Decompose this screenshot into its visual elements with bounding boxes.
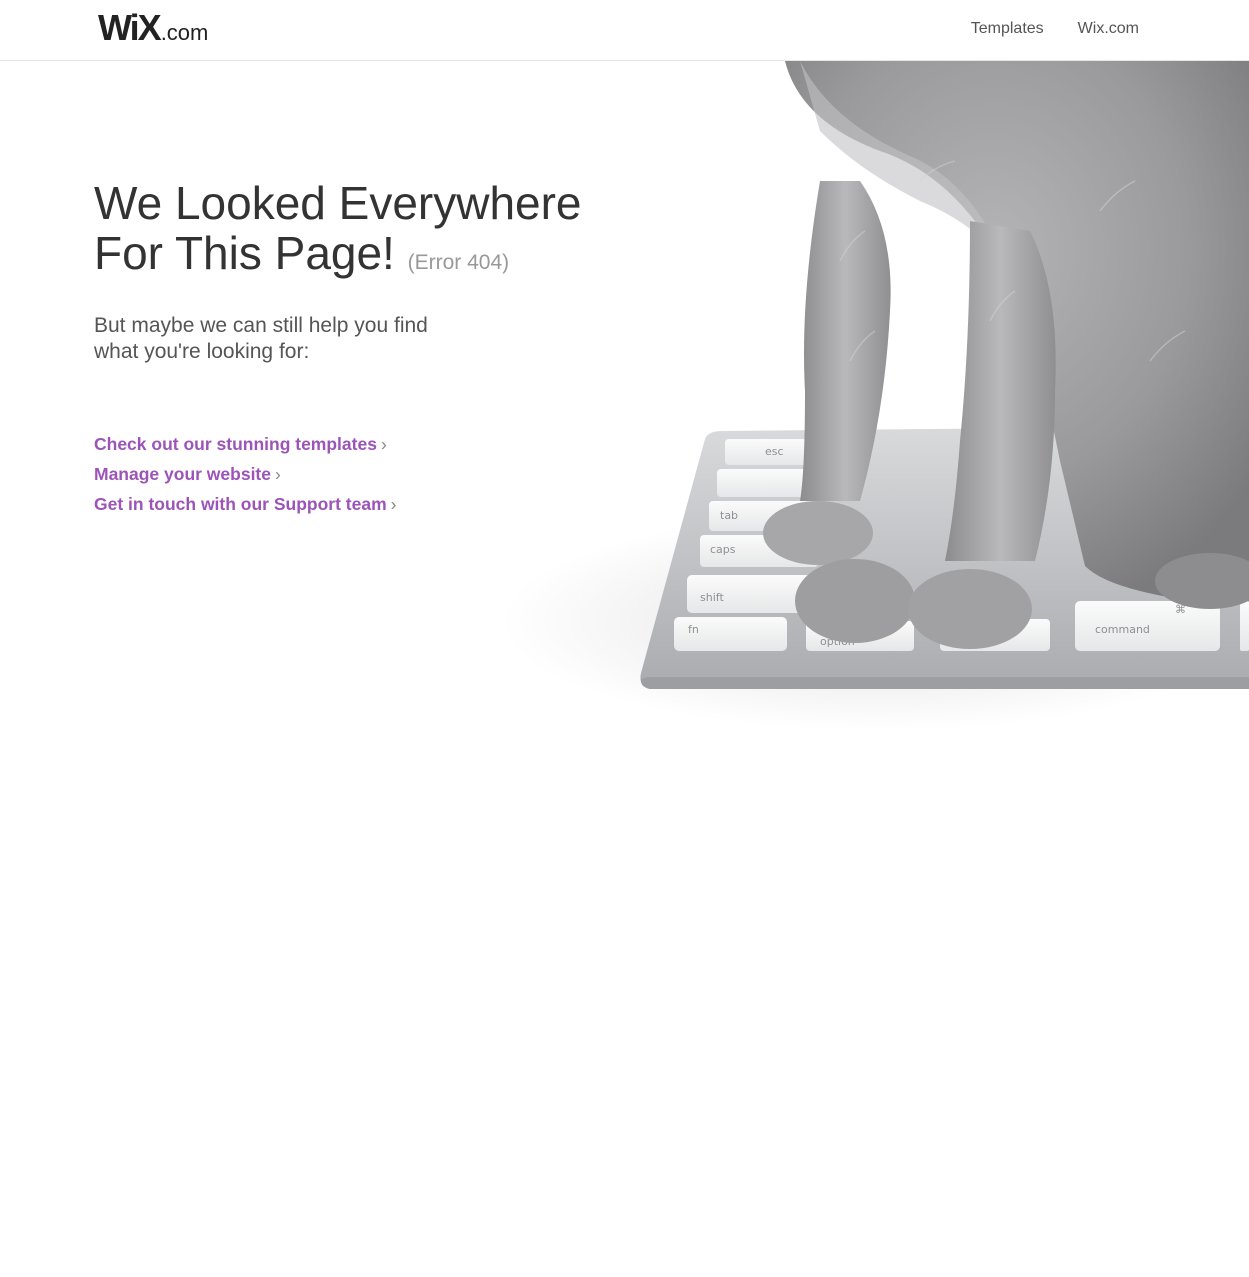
page-title: We Looked Everywhere For This Page! (Err… — [94, 178, 614, 288]
nav-wix-com-link[interactable]: Wix.com — [1078, 19, 1139, 39]
key-tab-label: tab — [720, 509, 738, 522]
key-esc-label: esc — [765, 445, 784, 458]
manage-website-link[interactable]: Manage your website › — [94, 459, 614, 489]
keyboard-edge — [640, 677, 1249, 689]
top-nav: Templates Wix.com — [971, 19, 1139, 39]
site-header: WiX .com Templates Wix.com — [0, 0, 1249, 61]
key-fn-label: fn — [688, 623, 699, 636]
chevron-right-icon: › — [390, 494, 397, 514]
headline-line-1: We Looked Everywhere — [94, 177, 582, 229]
templates-link[interactable]: Check out our stunning templates › — [94, 429, 614, 459]
wix-logo[interactable]: WiX .com — [98, 8, 208, 48]
cat-paw-left — [763, 501, 873, 565]
help-links: Check out our stunning templates › Manage… — [94, 429, 614, 519]
key-caps-label: caps — [710, 543, 736, 556]
cat-paw-right — [908, 569, 1032, 649]
chevron-right-icon: › — [380, 434, 387, 454]
error-code: (Error 404) — [407, 251, 510, 274]
help-subtext: But maybe we can still help you find wha… — [94, 314, 428, 363]
logo-mark: WiX — [98, 7, 162, 48]
chevron-right-icon: › — [275, 464, 281, 484]
cat-leg-right — [945, 221, 1056, 561]
support-team-link[interactable]: Get in touch with our Support team › — [94, 489, 614, 519]
headline-line-2: For This Page! — [94, 227, 395, 279]
nav-templates-link[interactable]: Templates — [971, 19, 1044, 39]
page: WiX .com Templates Wix.com esc tab caps … — [0, 0, 1249, 1277]
logo-suffix: .com — [160, 20, 209, 45]
main-content: We Looked Everywhere For This Page! (Err… — [94, 178, 614, 519]
key-shift-label: shift — [700, 591, 724, 604]
key-command-label: command — [1095, 623, 1150, 636]
cat-paw-left-front — [795, 559, 915, 643]
